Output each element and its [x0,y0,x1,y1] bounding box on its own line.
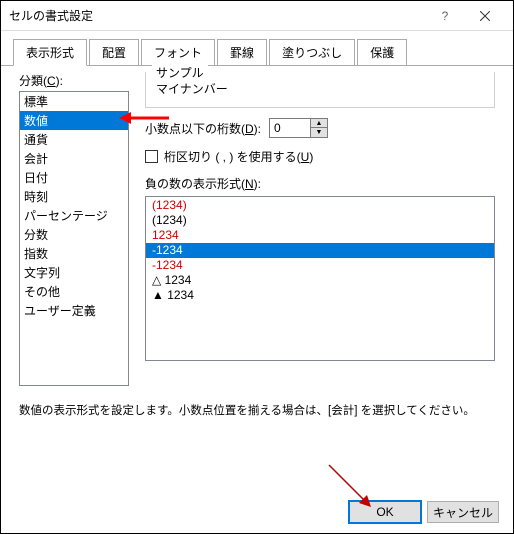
decimals-input[interactable] [270,119,310,137]
category-item[interactable]: 時刻 [20,187,128,206]
ok-button[interactable]: OK [349,501,421,523]
decimals-label: 小数点以下の桁数(D): [145,120,261,137]
category-item[interactable]: 文字列 [20,263,128,282]
negative-item[interactable]: ▲ 1234 [146,288,494,303]
tab-4[interactable]: 塗りつぶし [269,39,355,65]
close-icon [480,11,490,21]
tab-0[interactable]: 表示形式 [13,39,87,66]
sample-label: サンプル [152,64,208,81]
cancel-button[interactable]: キャンセル [427,501,499,523]
separator-checkbox[interactable]: 桁区切り ( , ) を使用する(U) [145,148,495,165]
tab-5[interactable]: 保護 [357,39,407,65]
negative-item[interactable]: 1234 [146,228,494,243]
negative-item[interactable]: -1234 [146,258,494,273]
negative-label: 負の数の表示形式(N): [145,175,495,192]
category-item[interactable]: 会計 [20,149,128,168]
tabs: 表示形式配置フォント罫線塗りつぶし保護 [1,35,513,66]
category-label: 分類(C): [19,72,129,89]
window-title: セルの書式設定 [9,7,425,24]
separator-label: 桁区切り ( , ) を使用する(U) [164,148,313,165]
description-text: 数値の表示形式を設定します。小数点位置を揃える場合は、[会計] を選択してくださ… [1,396,513,424]
category-item[interactable]: 分数 [20,225,128,244]
category-item[interactable]: その他 [20,282,128,301]
category-item[interactable]: パーセンテージ [20,206,128,225]
category-item[interactable]: 指数 [20,244,128,263]
negative-item[interactable]: △ 1234 [146,273,494,288]
category-item[interactable]: 通貨 [20,130,128,149]
help-button[interactable]: ? [425,2,465,30]
negative-item[interactable]: (1234) [146,198,494,213]
negative-list[interactable]: (1234)(1234)1234-1234-1234△ 1234▲ 1234 [145,196,495,361]
tab-3[interactable]: 罫線 [217,39,267,65]
negative-item[interactable]: (1234) [146,213,494,228]
category-item[interactable]: 日付 [20,168,128,187]
titlebar: セルの書式設定 ? [1,1,513,31]
category-item[interactable]: 数値 [20,111,128,130]
close-button[interactable] [465,2,505,30]
tab-1[interactable]: 配置 [89,39,139,65]
spin-down[interactable]: ▼ [311,128,327,137]
negative-item[interactable]: -1234 [146,243,494,258]
sample-value: マイナンバー [156,80,484,97]
category-item[interactable]: ユーザー定義 [20,301,128,320]
category-item[interactable]: 標準 [20,92,128,111]
sample-box: サンプル マイナンバー [145,72,495,108]
tab-2[interactable]: フォント [141,39,215,65]
decimals-spinner[interactable]: ▲ ▼ [269,118,328,138]
checkbox-box [145,150,158,163]
category-list[interactable]: 標準数値通貨会計日付時刻パーセンテージ分数指数文字列その他ユーザー定義 [19,91,129,386]
spin-up[interactable]: ▲ [311,119,327,128]
